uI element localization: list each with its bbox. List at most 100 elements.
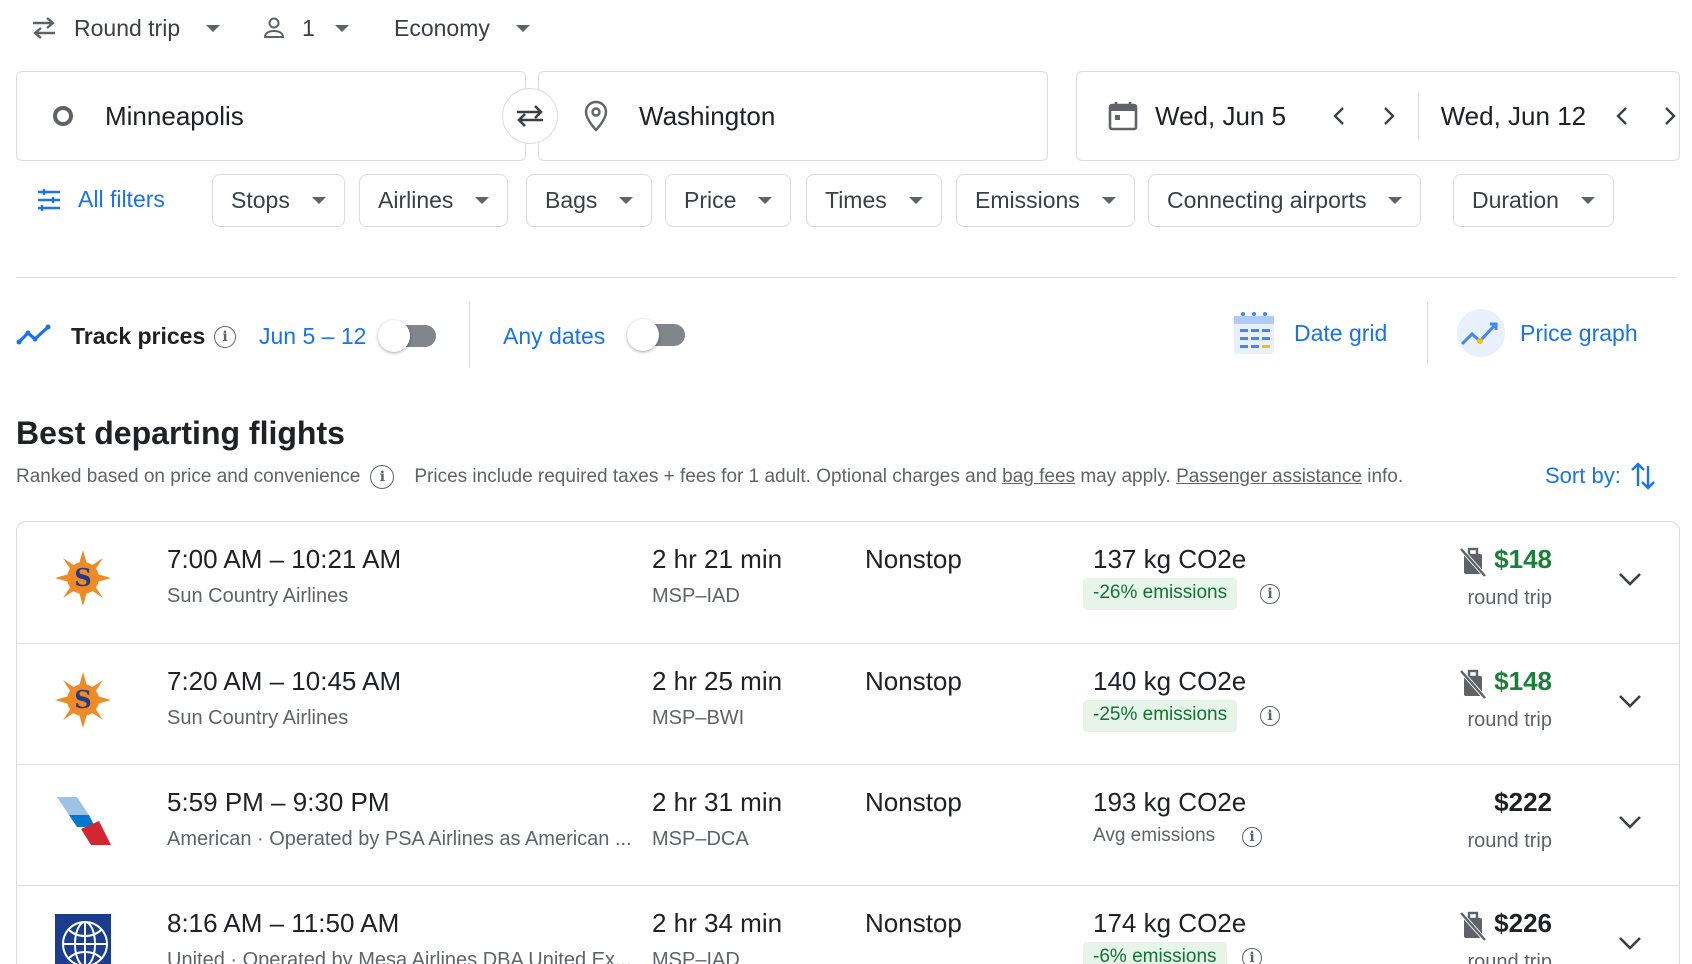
filter-chip-times[interactable]: Times xyxy=(806,174,942,227)
flight-row[interactable]: 5:59 PM – 9:30 PM American · Operated by… xyxy=(17,764,1679,885)
prices-info-post: info. xyxy=(1367,466,1404,487)
origin-field[interactable]: Minneapolis xyxy=(16,71,526,161)
info-icon[interactable]: i xyxy=(370,465,395,489)
all-filters-button[interactable]: All filters xyxy=(36,186,165,213)
prev-depart-date-button[interactable] xyxy=(1330,104,1350,128)
next-depart-date-button[interactable] xyxy=(1378,104,1398,128)
filter-chip-bags[interactable]: Bags xyxy=(526,174,653,227)
flight-duration: 2 hr 21 min xyxy=(652,544,783,574)
price-type: round trip xyxy=(1467,587,1553,609)
swap-arrows-icon xyxy=(30,16,58,40)
flight-row[interactable]: S 7:20 AM – 10:45 AM Sun Country Airline… xyxy=(17,643,1679,764)
flight-duration: 2 hr 31 min xyxy=(652,787,783,817)
expand-flight-button[interactable] xyxy=(1617,813,1643,831)
passenger-select[interactable]: 1 xyxy=(262,8,349,48)
emissions-badge: -6% emissions xyxy=(1083,942,1227,964)
date-range-field[interactable]: Wed, Jun 5 Wed, Jun 12 xyxy=(1076,71,1680,161)
next-return-date-button[interactable] xyxy=(1659,104,1679,128)
airline-name: Sun Country Airlines xyxy=(167,707,349,729)
expand-flight-button[interactable] xyxy=(1617,692,1643,710)
info-icon[interactable]: i xyxy=(1242,948,1262,964)
cabin-class-label: Economy xyxy=(394,14,490,41)
trend-icon xyxy=(16,322,54,348)
date-grid-icon xyxy=(1232,310,1276,356)
date-grid-label: Date grid xyxy=(1294,319,1388,346)
info-icon[interactable]: i xyxy=(214,326,236,348)
flight-row[interactable]: S 7:00 AM – 10:21 AM Sun Country Airline… xyxy=(17,522,1679,643)
flight-duration: 2 hr 34 min xyxy=(652,908,783,938)
track-prices-toggle[interactable] xyxy=(378,320,436,352)
flight-duration: 2 hr 25 min xyxy=(652,666,783,696)
bag-fees-link[interactable]: bag fees xyxy=(1002,466,1075,488)
chevron-down-icon xyxy=(515,24,530,32)
filter-chip-airlines[interactable]: Airlines xyxy=(359,174,509,227)
emissions-badge: -25% emissions xyxy=(1083,700,1238,732)
return-date[interactable]: Wed, Jun 12 xyxy=(1441,101,1613,132)
trip-type-select[interactable]: Round trip xyxy=(30,8,221,48)
toggle-knob xyxy=(627,319,659,351)
price-graph-icon xyxy=(1456,308,1506,358)
flight-stops: Nonstop xyxy=(865,787,962,817)
flight-stops: Nonstop xyxy=(865,908,962,938)
flight-price: $222 xyxy=(1494,787,1552,817)
sort-by-label: Sort by: xyxy=(1545,463,1621,488)
trip-type-label: Round trip xyxy=(74,14,181,41)
expand-flight-button[interactable] xyxy=(1617,570,1643,588)
destination-value: Washington xyxy=(639,100,776,131)
airline-name: Sun Country Airlines xyxy=(167,585,349,607)
swap-locations-button[interactable] xyxy=(502,88,558,144)
price-type: round trip xyxy=(1467,830,1553,852)
filter-chip-duration[interactable]: Duration xyxy=(1453,174,1614,227)
section-subtitle: Ranked based on price and convenience i … xyxy=(16,465,1403,489)
prices-info-text: Prices include required taxes + fees for… xyxy=(414,466,997,487)
airline-name: American · Operated by PSA Airlines as A… xyxy=(167,828,632,850)
co2-value: 174 kg CO2e xyxy=(1093,908,1247,938)
info-icon[interactable]: i xyxy=(1260,706,1280,726)
chevron-right-icon xyxy=(1665,107,1676,125)
chip-label: Stops xyxy=(231,187,290,213)
tune-icon xyxy=(36,188,62,212)
depart-date[interactable]: Wed, Jun 5 xyxy=(1155,101,1320,132)
filter-chip-emissions[interactable]: Emissions xyxy=(956,174,1135,227)
filter-chip-connecting-airports[interactable]: Connecting airports xyxy=(1148,174,1422,227)
filter-chip-stops[interactable]: Stops xyxy=(212,174,345,227)
sort-by-button[interactable]: Sort by: xyxy=(1545,460,1657,492)
chevron-down-icon xyxy=(1388,197,1403,204)
chip-label: Bags xyxy=(545,187,598,213)
expand-flight-button[interactable] xyxy=(1617,934,1643,952)
filter-chip-price[interactable]: Price xyxy=(665,174,792,227)
sun-country-logo: S xyxy=(55,550,111,606)
date-grid-button[interactable]: Date grid xyxy=(1232,310,1387,356)
co2-value: 137 kg CO2e xyxy=(1093,544,1247,574)
any-dates-toggle[interactable] xyxy=(627,319,685,351)
prev-return-date-button[interactable] xyxy=(1613,104,1633,128)
chip-label: Airlines xyxy=(378,187,454,213)
flight-stops: Nonstop xyxy=(865,666,962,696)
flight-times: 5:59 PM – 9:30 PM xyxy=(167,787,390,817)
price-graph-button[interactable]: Price graph xyxy=(1456,308,1638,358)
price-graph-label: Price graph xyxy=(1520,319,1638,346)
swap-icon xyxy=(517,105,543,127)
calendar-icon xyxy=(1107,100,1139,132)
flight-row[interactable]: 8:16 AM – 11:50 AM United · Operated by … xyxy=(17,885,1679,964)
chip-label: Duration xyxy=(1472,187,1559,213)
co2-value: 140 kg CO2e xyxy=(1093,666,1247,696)
ranked-text: Ranked based on price and convenience xyxy=(16,466,361,487)
passenger-assistance-link[interactable]: Passenger assistance xyxy=(1176,466,1362,488)
info-icon[interactable]: i xyxy=(1260,584,1280,604)
united-airlines-logo xyxy=(55,914,111,964)
svg-text:S: S xyxy=(74,685,91,714)
cabin-class-select[interactable]: Economy xyxy=(394,8,530,48)
track-range: Jun 5 – 12 xyxy=(259,323,367,349)
flight-price: $226 xyxy=(1494,908,1552,938)
origin-circle-icon xyxy=(51,104,75,128)
co2-value: 193 kg CO2e xyxy=(1093,787,1247,817)
destination-field[interactable]: Washington xyxy=(538,71,1048,161)
american-airlines-logo xyxy=(55,793,111,849)
flight-times: 7:00 AM – 10:21 AM xyxy=(167,544,402,574)
chevron-down-icon xyxy=(1101,197,1116,204)
price-type: round trip xyxy=(1467,709,1553,731)
svg-text:S: S xyxy=(74,563,91,592)
info-icon[interactable]: i xyxy=(1242,827,1262,847)
chevron-down-icon xyxy=(758,197,773,204)
